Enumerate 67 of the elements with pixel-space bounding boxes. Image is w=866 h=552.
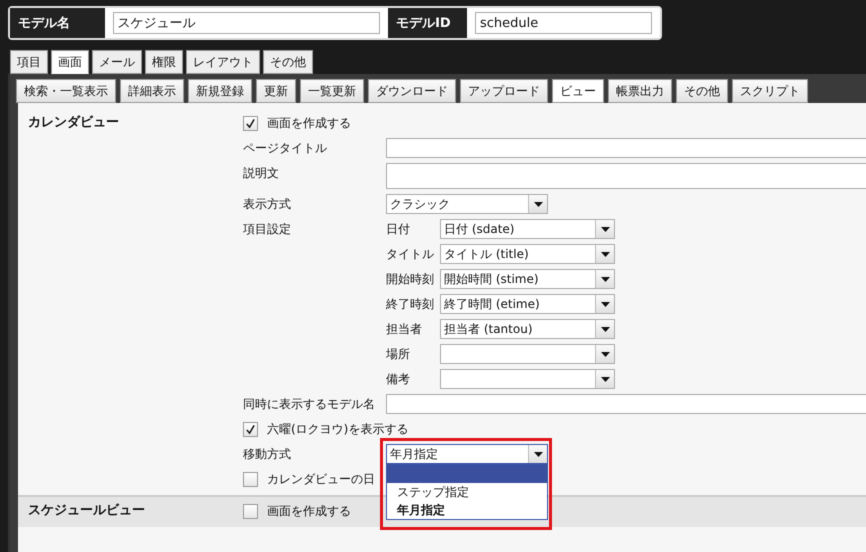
dropdown-option[interactable]: ステップ指定 [387,483,547,501]
tab[interactable]: 権限 [145,50,183,74]
checkbox-label: 画面を作成する [267,502,351,520]
field-label: 開始時刻 [386,270,435,288]
checkbox[interactable] [243,422,258,436]
field-label: 担当者 [386,320,423,338]
checkbox-label: カレンダビューの日 [267,470,375,488]
caret-icon [534,452,542,456]
tab[interactable]: ビュー [552,79,604,103]
section-title: カレンダビュー [28,114,119,131]
dropdown-field[interactable]: 日付 (sdate) [440,219,615,239]
checkbox-label: 六曜(ロクヨウ)を表示する [267,420,408,438]
field-label: モデル名 [10,8,105,38]
tab[interactable]: 詳細表示 [120,79,184,103]
field-label: 場所 [386,346,411,362]
tab[interactable]: 項目 [10,50,48,74]
tab[interactable]: 更新 [256,79,296,103]
tab[interactable]: 帳票出力 [608,79,672,103]
input-field[interactable]: スケジュール [112,12,380,34]
tab[interactable]: アップロード [460,79,548,103]
tab[interactable]: 一覧更新 [300,79,364,103]
field-label: 移動方式 [243,446,292,463]
dropdown-field[interactable] [440,344,615,364]
tab[interactable]: その他 [263,50,313,74]
checkbox[interactable] [243,472,258,486]
dropdown-field[interactable] [440,369,615,389]
field-label: 終了時刻 [386,296,435,312]
field-label: タイトル [386,246,435,262]
dropdown-option[interactable]: 年月指定 [387,501,547,519]
dropdown-field[interactable]: 開始時間 (stime) [440,269,615,289]
tab[interactable]: 検索・一覧表示 [16,79,116,103]
checkbox[interactable] [243,116,258,130]
field-label: ページタイトル [243,140,328,157]
caret-icon [534,202,542,206]
input-field[interactable] [386,138,866,158]
tab[interactable]: 画面 [51,50,89,74]
tab[interactable]: ダウンロード [368,79,456,103]
caret-icon [600,376,610,382]
field-label: 表示方式 [243,196,292,213]
input-field[interactable]: schedule [474,12,652,34]
tab[interactable]: メール [92,50,142,74]
caret-icon [600,252,610,256]
dropdown-field[interactable]: 年月指定 [386,444,548,464]
caret-icon [600,276,610,282]
caret-icon [600,226,610,232]
input-field[interactable] [386,394,866,414]
dropdown-field[interactable]: タイトル (title) [440,244,615,264]
checkbox[interactable] [243,504,258,518]
tab[interactable]: 新規登録 [188,79,252,103]
input-field[interactable] [386,163,866,189]
field-label: 項目設定 [243,221,292,238]
checkbox-label: 画面を作成する [267,114,351,132]
dropdown-field[interactable]: 担当者 (tantou) [440,319,615,339]
dropdown-field[interactable]: クラシック [386,194,548,214]
tab[interactable]: スクリプト [732,79,808,103]
field-label: 日付 [386,220,411,238]
field-label: 備考 [386,370,411,388]
field-label: 説明文 [243,165,280,182]
caret-icon [600,302,610,306]
section-title: スケジュールビュー [28,502,145,519]
caret-icon [600,326,610,332]
field-label: 同時に表示するモデル名 [243,396,376,413]
field-label: モデルID [388,8,467,38]
caret-icon [600,352,610,356]
dropdown-field[interactable]: 終了時間 (etime) [440,294,615,314]
tab[interactable]: レイアウト [186,50,260,74]
tab[interactable]: その他 [676,79,728,103]
